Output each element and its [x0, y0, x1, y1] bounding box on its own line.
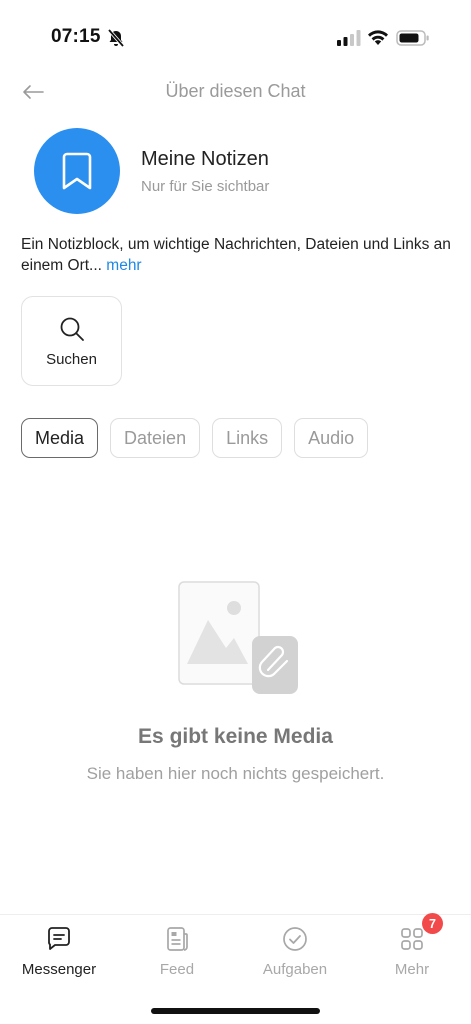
more-link[interactable]: mehr: [106, 257, 141, 274]
chat-profile: Meine Notizen Nur für Sie sichtbar: [34, 128, 454, 216]
tab-links[interactable]: Links: [212, 418, 283, 458]
chat-icon: [48, 927, 70, 950]
empty-state-subtitle: Sie haben hier noch nichts gespeichert.: [86, 764, 385, 783]
battery-icon: [396, 30, 429, 46]
nav-feed-label: Feed: [159, 961, 195, 978]
search-button[interactable]: Suchen: [21, 296, 122, 386]
header: Über diesen Chat: [0, 70, 471, 114]
nav-mehr[interactable]: 7 Mehr: [353, 913, 471, 985]
bell-muted-icon: [107, 28, 125, 48]
avatar: [34, 128, 120, 214]
notification-badge: 7: [422, 913, 443, 934]
wifi-icon: [368, 30, 388, 45]
nav-messenger-label: Messenger: [21, 961, 97, 978]
page-title: Über diesen Chat: [165, 81, 306, 101]
empty-state-title: Es gibt keine Media: [138, 725, 333, 748]
nav-feed[interactable]: Feed: [118, 925, 236, 985]
status-bar: 07:15: [0, 0, 471, 70]
grid-icon-wrap: 7: [398, 913, 443, 953]
nav-aufgaben[interactable]: Aufgaben: [236, 925, 354, 985]
tab-audio[interactable]: Audio: [294, 418, 369, 458]
chat-name: Meine Notizen: [141, 148, 269, 170]
search-button-label: Suchen: [46, 350, 97, 368]
grid-icon: [401, 928, 423, 950]
description-text: Ein Notizblock, um wichtige Nachrichten,…: [21, 236, 451, 274]
tab-dateien[interactable]: Dateien: [110, 418, 201, 458]
status-time: 07:15: [51, 26, 101, 47]
check-circle-icon: [283, 927, 307, 951]
nav-messenger[interactable]: Messenger: [0, 925, 118, 985]
chat-visibility: Nur für Sie sichtbar: [141, 178, 270, 195]
home-indicator: [151, 1008, 320, 1014]
nav-mehr-label: Mehr: [394, 961, 430, 978]
empty-media-illustration: [178, 581, 298, 694]
media-tabs: Media Dateien Links Audio: [21, 418, 369, 458]
feed-icon: [167, 927, 188, 951]
chat-description: Ein Notizblock, um wichtige Nachrichten,…: [21, 234, 451, 276]
bookmark-icon: [62, 152, 92, 190]
nav-aufgaben-label: Aufgaben: [262, 961, 328, 978]
tab-media[interactable]: Media: [21, 418, 99, 458]
search-icon: [60, 317, 84, 341]
signal-icon: [337, 30, 361, 46]
